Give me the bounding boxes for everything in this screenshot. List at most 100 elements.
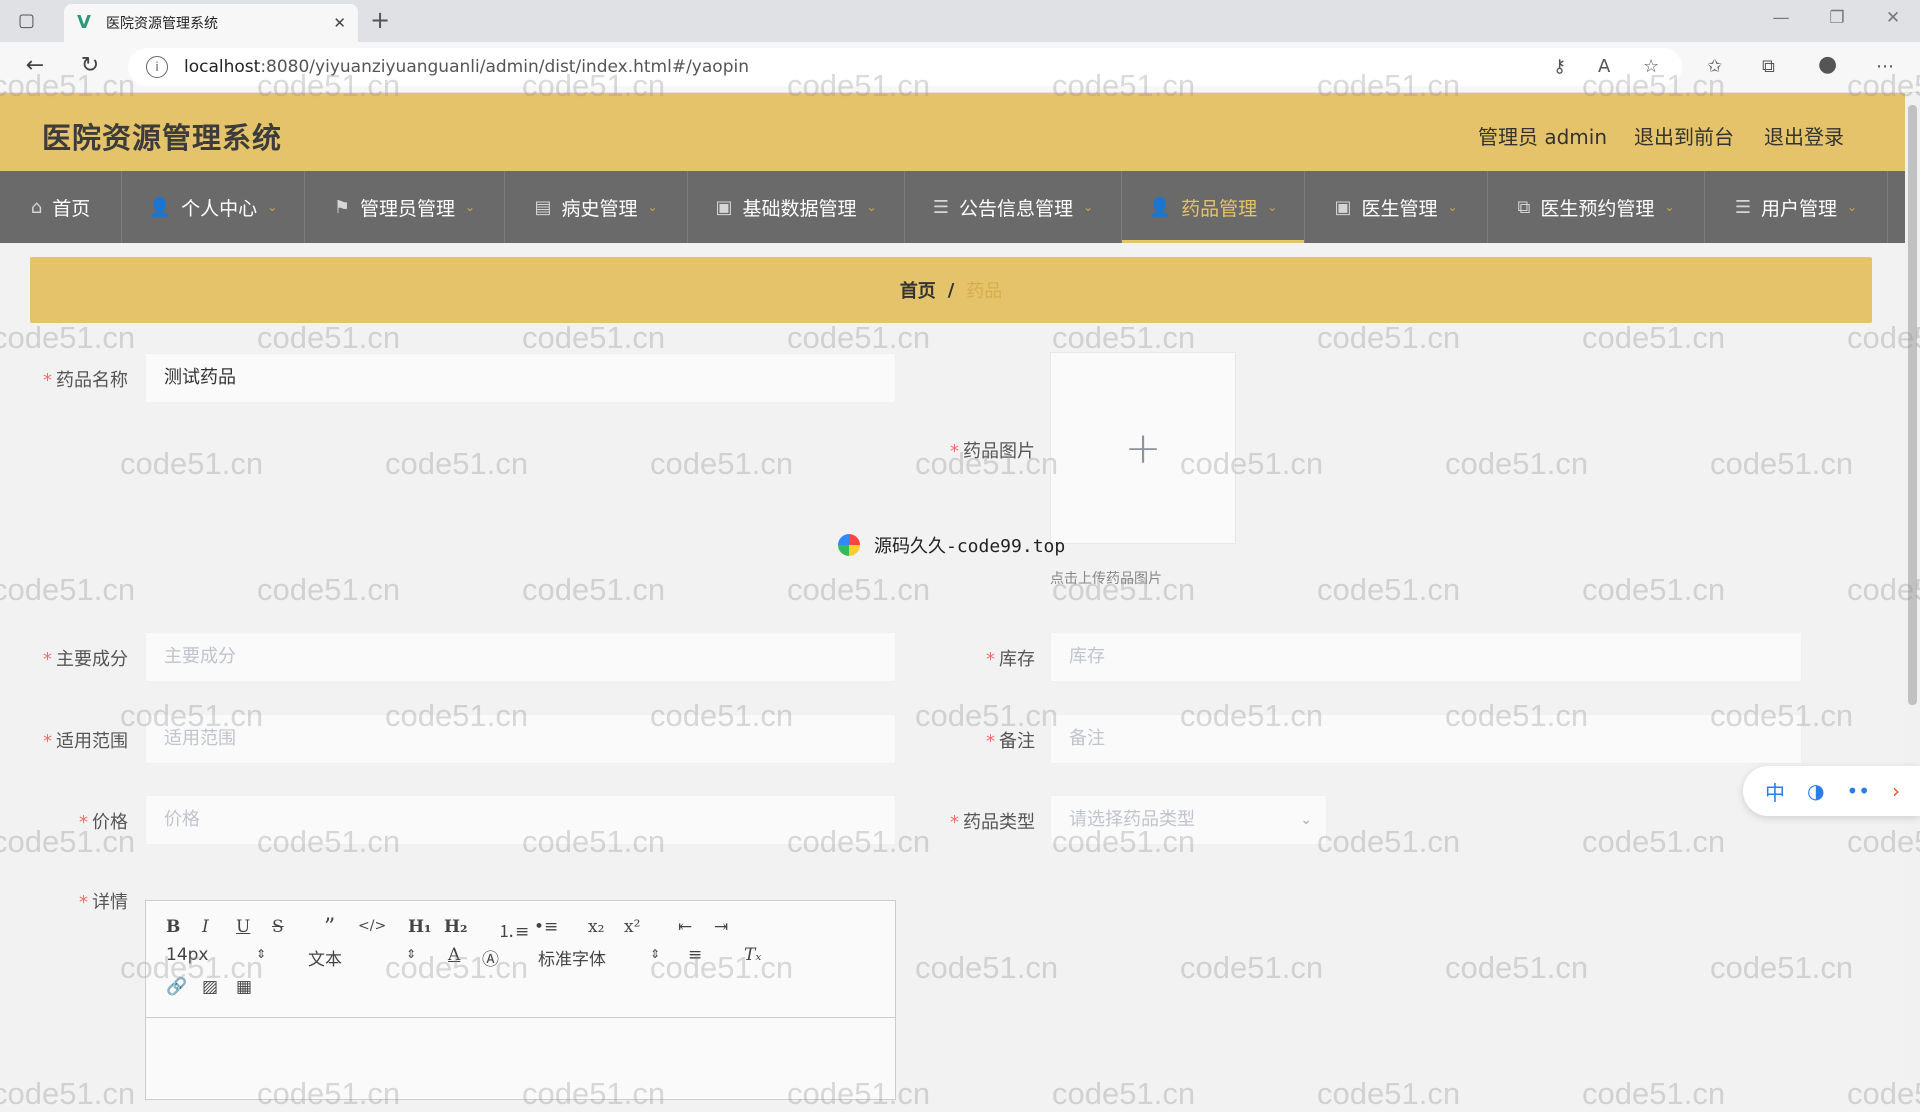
back-icon[interactable]: ← <box>20 54 50 78</box>
price-input[interactable]: 价格 <box>145 795 896 845</box>
chevron-right-icon[interactable]: › <box>1892 779 1900 803</box>
favorite-add-icon[interactable]: ☆ <box>1643 56 1659 77</box>
subscript-icon[interactable]: x₂ <box>588 917 604 937</box>
font-color-icon[interactable]: A <box>448 945 460 965</box>
nav-item-appointment[interactable]: ⧉ 医生预约管理 ⌄ <box>1488 171 1705 243</box>
link-icon[interactable]: 🔗 <box>166 977 187 997</box>
remark-input[interactable]: 备注 <box>1050 714 1802 764</box>
favorites-icon[interactable]: ✩ <box>1707 56 1722 77</box>
ingredients-input[interactable]: 主要成分 <box>145 632 896 682</box>
medicine-type-select[interactable]: 请选择药品类型 ⌄ <box>1050 795 1327 845</box>
nav-item-history[interactable]: ▤ 病史管理 ⌄ <box>505 171 688 243</box>
nav-item-admin[interactable]: ⚑ 管理员管理 ⌄ <box>305 171 505 243</box>
nav-item-label: 病史管理 <box>561 197 638 220</box>
video-icon[interactable]: ▦ <box>236 977 252 997</box>
code-block-icon[interactable]: </> <box>358 918 386 934</box>
font-family-select[interactable]: 标准字体 ⇕ <box>538 945 660 970</box>
strike-icon[interactable]: S <box>272 917 284 937</box>
chevron-down-icon: ⌄ <box>866 200 877 214</box>
ordered-list-icon[interactable]: ⒈≡ <box>498 917 529 942</box>
profile-avatar-icon[interactable]: ● <box>1818 52 1837 77</box>
bold-icon[interactable]: B <box>166 917 180 937</box>
type-select-placeholder: 请选择药品类型 <box>1069 809 1195 830</box>
nav-item-doctor[interactable]: ▣ 医生管理 ⌄ <box>1305 171 1488 243</box>
punctuation-icon[interactable]: •• <box>1846 779 1870 803</box>
blockquote-icon[interactable]: ” <box>324 915 335 940</box>
image-icon[interactable]: ▨ <box>202 977 218 997</box>
url-field[interactable]: i localhost:8080/yiyuanziyuanguanli/admi… <box>128 48 1682 86</box>
watermark-text: code51.cn <box>1582 1076 1726 1111</box>
minimize-icon[interactable]: — <box>1766 8 1796 28</box>
collections-icon[interactable]: ⧉ <box>1762 56 1775 77</box>
watermark-text: code51.cn <box>120 446 264 481</box>
align-icon[interactable]: ≡ <box>688 945 702 965</box>
site-info-icon[interactable]: i <box>146 56 168 78</box>
url-text: localhost:8080/yiyuanziyuanguanli/admin/… <box>184 57 749 77</box>
heading1-icon[interactable]: H₁ <box>408 917 432 937</box>
main-navbar: ⌂ 首页 👤 个人中心 ⌄ ⚑ 管理员管理 ⌄ ▤ 病史管理 ⌄ ▣ 基础数据管… <box>0 171 1905 243</box>
watermark-text: code51.cn <box>1445 950 1589 985</box>
nav-item-label: 管理员管理 <box>360 197 456 220</box>
medicine-name-label: * 药品名称 <box>43 370 128 391</box>
medicine-name-input[interactable]: 测试药品 <box>145 353 896 403</box>
moon-icon[interactable]: ◑ <box>1807 779 1824 803</box>
window-close-icon[interactable]: ✕ <box>1878 8 1908 28</box>
read-aloud-icon[interactable]: A <box>1598 56 1610 77</box>
ingredients-label: * 主要成分 <box>43 649 128 670</box>
plus-icon: + <box>1124 422 1162 474</box>
stock-input[interactable]: 库存 <box>1050 632 1802 682</box>
indent-icon[interactable]: ⇥ <box>714 917 728 937</box>
chinese-mode-icon[interactable]: 中 <box>1765 777 1785 806</box>
ime-floating-widget[interactable]: 中 ◑ •• › <box>1743 766 1920 816</box>
clipboard-icon: ▤ <box>534 196 552 218</box>
watermark-text: code51.cn <box>257 320 401 355</box>
font-size-select[interactable]: 14px ⇕ <box>166 945 266 965</box>
more-menu-icon[interactable]: ⋯ <box>1876 56 1894 77</box>
block-format-select[interactable]: 文本 ⇕ <box>308 945 418 970</box>
nav-item-profile[interactable]: 👤 个人中心 ⌄ <box>122 171 305 243</box>
browser-tab[interactable]: V 医院资源管理系统 ✕ <box>64 4 358 42</box>
close-tab-icon[interactable]: ✕ <box>333 14 346 32</box>
watermark-text: code51.cn <box>1582 824 1726 859</box>
watermark-text: code51.cn <box>1317 1076 1461 1111</box>
remark-label: * 备注 <box>986 731 1035 752</box>
image-upload-box[interactable]: + <box>1050 352 1236 544</box>
nav-item-label: 公告信息管理 <box>959 197 1074 220</box>
exit-to-front-link[interactable]: 退出到前台 <box>1634 121 1734 150</box>
watermark-text: code51.cn <box>1710 446 1854 481</box>
underline-icon[interactable]: U <box>236 917 250 937</box>
scope-input[interactable]: 适用范围 <box>145 714 896 764</box>
watermark-text: code51.cn <box>0 572 136 607</box>
clear-format-icon[interactable]: Tₓ <box>744 945 761 965</box>
background-color-icon[interactable]: Ⓐ <box>482 945 499 970</box>
breadcrumb-home[interactable]: 首页 <box>900 277 936 303</box>
nav-item-label: 首页 <box>52 197 91 220</box>
nav-item-users[interactable]: ☰ 用户管理 ⌄ <box>1705 171 1888 243</box>
scroll-thumb[interactable] <box>1908 105 1917 705</box>
nav-item-home[interactable]: ⌂ 首页 <box>0 171 122 243</box>
logout-link[interactable]: 退出登录 <box>1764 121 1844 150</box>
nav-item-basic-data[interactable]: ▣ 基础数据管理 ⌄ <box>688 171 905 243</box>
chevron-down-icon: ⌄ <box>1847 200 1858 214</box>
nav-item-label: 个人中心 <box>181 197 258 220</box>
italic-icon[interactable]: I <box>202 917 209 937</box>
restore-icon[interactable]: ❐ <box>1822 8 1852 28</box>
scope-label: * 适用范围 <box>43 731 128 752</box>
outdent-icon[interactable]: ⇤ <box>678 917 692 937</box>
stock-label: * 库存 <box>986 649 1035 670</box>
key-icon[interactable]: ⚷ <box>1553 56 1566 77</box>
page-scrollbar[interactable] <box>1905 93 1920 1080</box>
superscript-icon[interactable]: x² <box>624 917 640 937</box>
reload-icon[interactable]: ↻ <box>75 54 105 78</box>
nav-item-notice[interactable]: ☰ 公告信息管理 ⌄ <box>905 171 1122 243</box>
list-icon: ☰ <box>1734 196 1752 218</box>
chevron-down-icon: ⌄ <box>1267 200 1278 214</box>
nav-item-medicine[interactable]: 👤 药品管理 ⌄ <box>1122 171 1305 243</box>
chevron-down-icon: ⌄ <box>1447 200 1458 214</box>
bullet-list-icon[interactable]: •≡ <box>534 917 558 937</box>
new-tab-button[interactable]: + <box>370 8 390 32</box>
font-family-value: 标准字体 <box>538 950 606 970</box>
sidebar-toggle-icon[interactable]: ▢ <box>18 11 35 31</box>
heading2-icon[interactable]: H₂ <box>444 917 468 937</box>
watermark-text: code51.cn <box>1582 572 1726 607</box>
